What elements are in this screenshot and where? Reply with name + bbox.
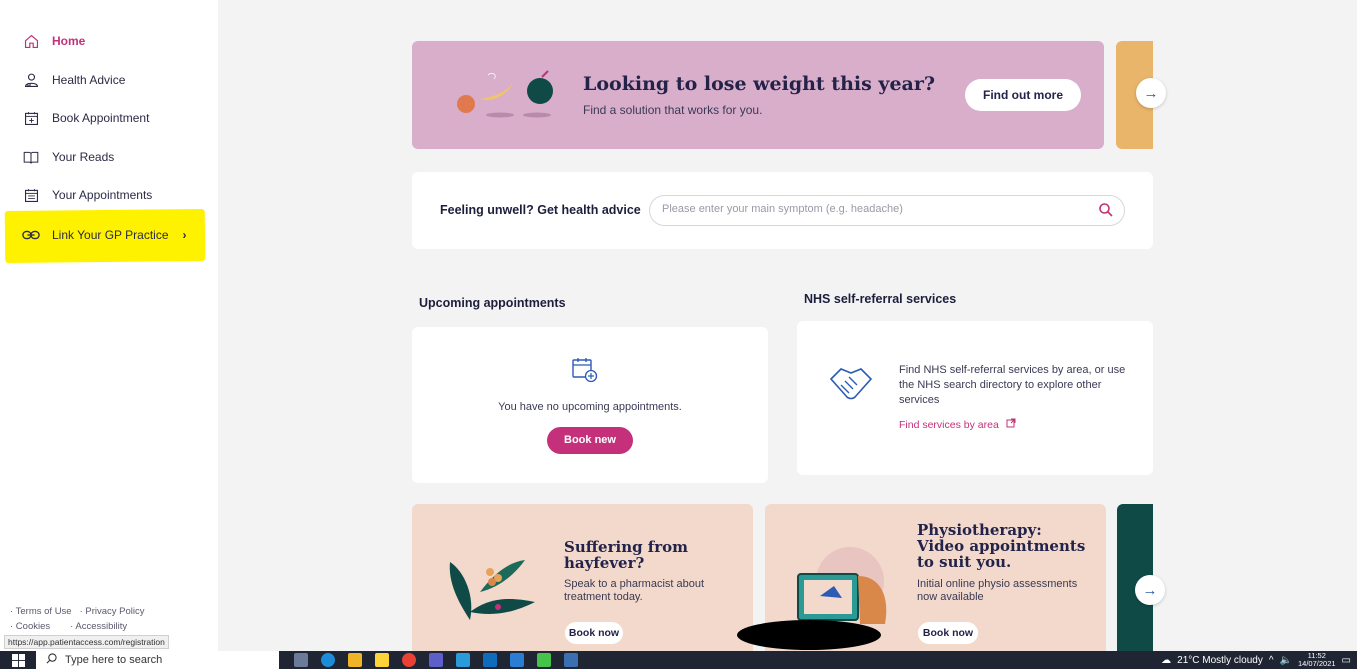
teams-icon[interactable] [429, 653, 443, 667]
search-icon [46, 653, 57, 667]
nhs-self-referral-card: Find NHS self-referral services by area,… [797, 321, 1153, 475]
sidebar-item-label: Link Your GP Practice [52, 228, 169, 242]
external-link-icon [1006, 418, 1016, 431]
find-services-link-label: Find services by area [899, 419, 999, 431]
sidebar-item-your-reads[interactable]: Your Reads [22, 148, 114, 166]
task-view-icon[interactable] [294, 653, 308, 667]
word-icon[interactable] [510, 653, 524, 667]
physio-text: Initial online physio assessments now av… [917, 578, 1078, 603]
clock-date: 14/07/2021 [1298, 659, 1336, 668]
laptop-illustration-icon [790, 546, 900, 631]
sidebar-item-label: Health Advice [52, 73, 126, 87]
upcoming-appointments-title: Upcoming appointments [419, 296, 566, 310]
handshake-icon [827, 363, 875, 410]
arrow-right-icon[interactable]: → [1136, 78, 1166, 108]
terms-link[interactable]: · Terms of Use [10, 604, 72, 619]
app-green-icon[interactable] [537, 653, 551, 667]
file-explorer-icon[interactable] [348, 653, 362, 667]
calendar-plus-icon [22, 109, 40, 127]
remote-desktop-icon[interactable] [564, 653, 578, 667]
arrow-right-icon[interactable]: → [1135, 575, 1165, 605]
redaction-mark [737, 620, 881, 650]
no-appointments-text: You have no upcoming appointments. [498, 401, 682, 413]
home-icon [22, 32, 40, 50]
promo-banner: Looking to lose weight this year? Find a… [412, 41, 1104, 149]
health-advice-card: Feeling unwell? Get health advice [412, 172, 1153, 249]
symptom-search-box[interactable] [649, 195, 1125, 226]
chevron-right-icon: › [182, 228, 187, 242]
sidebar-item-label: Home [52, 34, 86, 48]
privacy-link[interactable]: · Privacy Policy [80, 604, 145, 619]
link-icon [22, 226, 40, 244]
sidebar-item-your-appointments[interactable]: Your Appointments [22, 186, 152, 204]
outlook-icon[interactable] [483, 653, 497, 667]
chrome-icon[interactable] [402, 653, 416, 667]
footer-links: · Terms of Use · Privacy Policy · Cookies… [10, 604, 153, 634]
status-url: https://app.patientaccess.com/registrati… [4, 635, 169, 649]
taskbar-search-text: Type here to search [65, 654, 163, 666]
banner-subtitle: Find a solution that works for you. [583, 103, 763, 117]
book-icon [22, 148, 40, 166]
sidebar-item-label: Your Appointments [52, 188, 153, 202]
symptom-search-input[interactable] [662, 203, 1082, 215]
health-advice-label: Feeling unwell? Get health advice [440, 203, 641, 217]
hayfever-promo-card: Suffering from hayfever? Speak to a phar… [412, 504, 753, 651]
sidebar-item-label: Book Appointment [52, 111, 150, 125]
speaker-icon[interactable]: 🔈 [1280, 655, 1292, 666]
physio-book-now-button[interactable]: Book now [918, 622, 978, 644]
sidebar-item-link-gp-practice[interactable]: Link Your GP Practice › [22, 226, 187, 244]
taskbar-apps [294, 653, 578, 667]
weather-text[interactable]: 21°C Mostly cloudy [1177, 655, 1263, 666]
sidebar-item-book-appointment[interactable]: Book Appointment [22, 109, 149, 127]
calendar-list-icon [22, 186, 40, 204]
app-icon[interactable] [456, 653, 470, 667]
chevron-up-icon[interactable]: ^ [1269, 655, 1274, 666]
book-new-button[interactable]: Book new [547, 427, 633, 454]
cookies-link[interactable]: · Cookies [10, 619, 50, 634]
physio-title: Physiotherapy: Video appointments to sui… [917, 521, 1086, 571]
search-icon[interactable] [1098, 202, 1114, 223]
banner-title: Looking to lose weight this year? [583, 73, 936, 95]
appointments-card: You have no upcoming appointments. Book … [412, 327, 768, 483]
nhs-description: Find NHS self-referral services by area,… [899, 364, 1126, 406]
fruit-illustration-icon [452, 69, 562, 126]
main-content: Looking to lose weight this year? Find a… [219, 12, 1345, 651]
sidebar-item-home[interactable]: Home [22, 32, 85, 50]
store-icon[interactable] [375, 653, 389, 667]
edge-icon[interactable] [321, 653, 335, 667]
find-services-link[interactable]: Find services by area [899, 418, 1016, 431]
notification-icon[interactable]: ▭ [1342, 655, 1351, 666]
windows-start-icon[interactable] [12, 654, 25, 669]
stethoscope-icon [22, 71, 40, 89]
taskbar-clock[interactable]: 11:52 14/07/2021 [1298, 652, 1336, 668]
hayfever-text: Speak to a pharmacist about treatment to… [564, 578, 705, 603]
nhs-services-title: NHS self-referral services [804, 292, 957, 306]
find-out-more-button[interactable]: Find out more [965, 79, 1081, 111]
windows-taskbar: Type here to search ☁ 21°C Mostly cloudy… [0, 651, 1357, 669]
taskbar-search[interactable]: Type here to search [36, 651, 279, 669]
calendar-add-icon [570, 355, 600, 390]
hayfever-title: Suffering from hayfever? [564, 538, 689, 572]
cloud-icon: ☁ [1161, 654, 1172, 666]
accessibility-link[interactable]: · Accessibility [70, 619, 127, 634]
system-tray: ☁ 21°C Mostly cloudy ^ 🔈 11:52 14/07/202… [1161, 651, 1357, 669]
sidebar: Home Health Advice Book Appointment Your… [0, 0, 218, 651]
hayfever-book-now-button[interactable]: Book now [565, 622, 623, 644]
plant-illustration-icon [440, 542, 540, 627]
sidebar-item-health-advice[interactable]: Health Advice [22, 71, 125, 89]
sidebar-item-label: Your Reads [52, 150, 115, 164]
